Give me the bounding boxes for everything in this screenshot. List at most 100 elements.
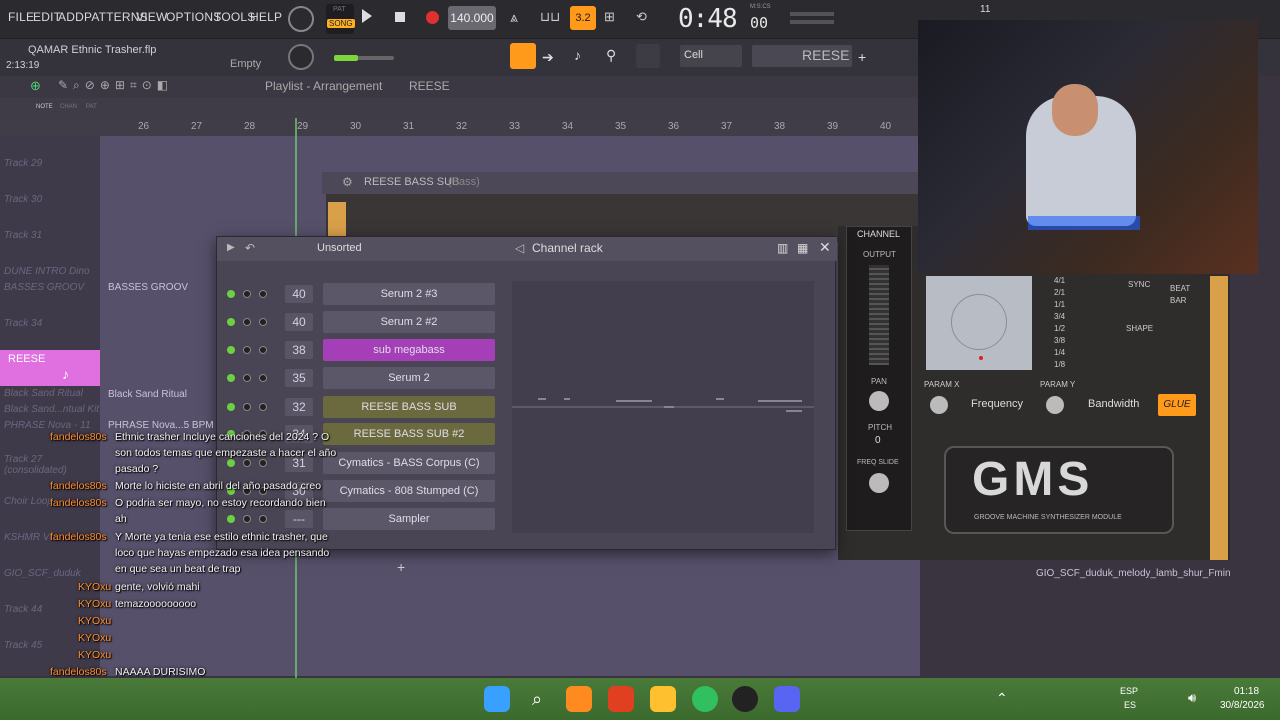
chat-username: fandelos80s xyxy=(50,666,107,678)
brave-browser-icon[interactable] xyxy=(608,686,634,712)
output-fader[interactable] xyxy=(869,265,889,365)
wait-input-icon[interactable]: ⊔⊔ xyxy=(540,9,564,27)
lfo-rate-option[interactable]: 1/2 xyxy=(1054,324,1065,333)
pitch-label: PITCH xyxy=(868,423,892,432)
timeline-bar-number[interactable]: 40 xyxy=(880,121,891,132)
param-y-knob[interactable] xyxy=(1046,396,1064,414)
metronome-icon[interactable]: ⩓ xyxy=(510,9,534,27)
whatsapp-icon[interactable] xyxy=(692,686,718,712)
param-x-knob[interactable] xyxy=(930,396,948,414)
timeline-bar-number[interactable]: 35 xyxy=(615,121,626,132)
clock-time[interactable]: 01:18 xyxy=(1234,686,1259,697)
playlist-clip-label[interactable]: BASSES GROOV xyxy=(108,282,188,293)
xy-pad-ring xyxy=(951,294,1007,350)
timeline-bar-number[interactable]: 32 xyxy=(456,121,467,132)
xy-pad[interactable] xyxy=(926,276,1032,370)
step-sequencer-grid[interactable] xyxy=(512,281,814,533)
clock-date[interactable]: 30/8/2026 xyxy=(1220,700,1265,711)
timeline-bar-number[interactable]: 37 xyxy=(721,121,732,132)
grid-icon[interactable]: ▦ xyxy=(797,241,808,255)
time-cs: 00 xyxy=(750,14,769,32)
file-explorer-icon[interactable] xyxy=(650,686,676,712)
playlist-clip-label[interactable]: GIO_SCF_duduk_melody_lamb_shur_Fmin xyxy=(1036,568,1231,579)
loop-record-icon[interactable]: ⟲ xyxy=(636,9,647,25)
param-y-value[interactable]: Bandwidth xyxy=(1088,398,1139,410)
record-icon[interactable] xyxy=(426,11,439,24)
chat-username: fandelos80s xyxy=(50,431,107,443)
param-x-value[interactable]: Frequency xyxy=(971,398,1023,410)
pattern-selector[interactable]: REESE xyxy=(752,45,852,67)
plugin-wood-right xyxy=(1210,276,1228,560)
chat-message: pasado ? xyxy=(115,463,159,475)
chat-message: temazooooooooo xyxy=(115,598,197,610)
snap-select[interactable]: Cell xyxy=(680,45,742,67)
channel-strip-label: CHANNEL xyxy=(857,229,901,239)
chat-username: KYOxu xyxy=(78,615,112,627)
gms-logo-panel: GMS GROOVE MACHINE SYNTHESIZER MODULE xyxy=(944,446,1174,534)
webcam-keyboard xyxy=(1028,216,1140,230)
chat-message: gente, volvió mahi xyxy=(115,581,200,593)
glue-button[interactable]: GLUE xyxy=(1158,394,1196,416)
obs-icon[interactable] xyxy=(732,686,758,712)
language-label[interactable]: ESP xyxy=(1120,686,1138,696)
timeline-bar-number[interactable]: 33 xyxy=(509,121,520,132)
webcam-overlay xyxy=(918,20,1258,274)
playlist-clip-label[interactable]: PHRASE Nova...5 BPM xyxy=(108,420,214,431)
add-pattern-icon[interactable]: + xyxy=(858,49,866,65)
pan-knob[interactable] xyxy=(869,391,889,411)
sync-label: SYNC xyxy=(1128,280,1151,289)
browser-button[interactable] xyxy=(636,44,660,68)
song-time-display: 0:48 00 M:S:CS xyxy=(668,2,778,36)
lfo-rate-option[interactable]: 2/1 xyxy=(1054,288,1065,297)
pattern-selector-value: REESE xyxy=(802,47,850,63)
windows-start-icon[interactable] xyxy=(484,686,510,712)
param-y-label: PARAM Y xyxy=(1040,380,1076,389)
chat-username: KYOxu xyxy=(78,581,112,593)
step-edit-icon[interactable]: ⊞ xyxy=(604,9,615,25)
keyboard-layout-label[interactable]: ES xyxy=(1124,700,1136,710)
freq-slide-knob[interactable] xyxy=(869,473,889,493)
chat-username: fandelos80s xyxy=(50,531,107,543)
snap-select-value: Cell xyxy=(684,49,703,61)
snap-display[interactable]: 3.2 xyxy=(570,6,596,30)
playlist-clip-label[interactable]: Black Sand Ritual xyxy=(108,389,187,400)
xy-pad-dot[interactable] xyxy=(979,356,983,360)
lfo-rate-option[interactable]: 4/1 xyxy=(1054,276,1065,285)
chat-message: Y Morte ya tenia ese estilo ethnic trash… xyxy=(115,531,328,543)
chevron-up-icon[interactable]: ⌃ xyxy=(996,690,1008,707)
graph-icon[interactable]: ▥ xyxy=(777,241,788,255)
volume-icon[interactable]: 🔊︎ xyxy=(1188,690,1196,706)
param-x-label: PARAM X xyxy=(924,380,960,389)
mixer-icon[interactable]: ♪ xyxy=(574,47,581,63)
lfo-rate-option[interactable]: 3/4 xyxy=(1054,312,1065,321)
chat-message: Morte lo hiciste en abril del año pasado… xyxy=(115,480,322,492)
chat-username: KYOxu xyxy=(78,649,112,661)
playlist-button[interactable] xyxy=(510,43,536,69)
shape-label: SHAPE xyxy=(1126,324,1154,333)
close-icon[interactable]: ✕ xyxy=(819,239,831,256)
timeline-bar-number[interactable]: 39 xyxy=(827,121,838,132)
chat-message: Ethnic trasher Incluye canciones del 202… xyxy=(115,431,330,443)
discord-icon[interactable] xyxy=(774,686,800,712)
link-icon[interactable]: ⚲ xyxy=(606,47,616,64)
timeline-bar-number[interactable]: 38 xyxy=(774,121,785,132)
chat-username: KYOxu xyxy=(78,598,112,610)
chat-message: O podria ser mayo, no estoy recordando b… xyxy=(115,497,326,509)
lfo-rate-option[interactable]: 1/8 xyxy=(1054,360,1065,369)
search-icon[interactable]: ⌕ xyxy=(524,686,550,712)
channel-rack-title: Channel rack xyxy=(532,241,603,255)
output-meter xyxy=(790,12,834,16)
gms-logo-subtitle: GROOVE MACHINE SYNTHESIZER MODULE xyxy=(974,514,1122,521)
timeline-bar-number[interactable]: 34 xyxy=(562,121,573,132)
fl-studio-icon[interactable] xyxy=(566,686,592,712)
lfo-rate-option[interactable]: 1/4 xyxy=(1054,348,1065,357)
lfo-rate-option[interactable]: 3/8 xyxy=(1054,336,1065,345)
gms-logo: GMS xyxy=(972,453,1094,506)
pattern-preview-svg xyxy=(512,398,814,412)
lfo-rate-option[interactable]: 1/1 xyxy=(1054,300,1065,309)
tempo-display[interactable]: 140.000 xyxy=(448,6,496,30)
piano-roll-icon[interactable]: ➔ xyxy=(542,49,554,66)
chat-message: son todos temas que empezaste a hacer el… xyxy=(115,447,337,459)
timeline-bar-number[interactable]: 36 xyxy=(668,121,679,132)
stream-chat-overlay: fandelos80s Ethnic trasher Incluye cancio… xyxy=(0,0,420,720)
